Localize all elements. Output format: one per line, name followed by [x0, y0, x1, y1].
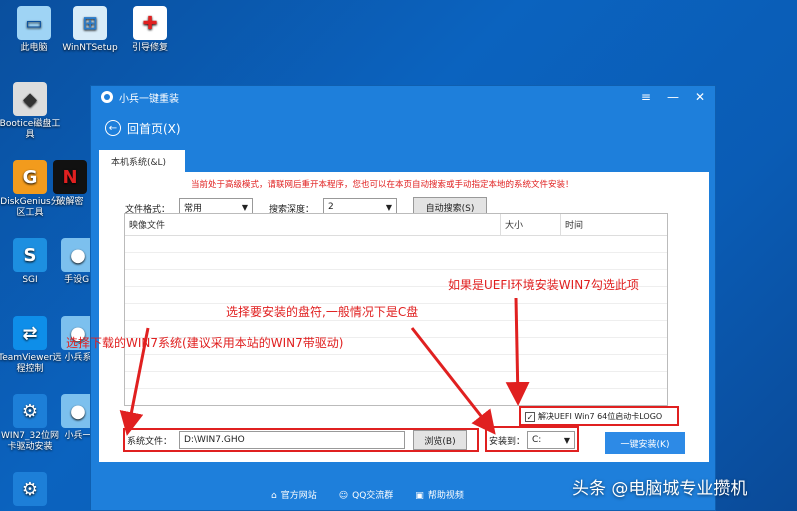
drive-annotation: 选择要安装的盘符,一般情况下是C盘	[226, 305, 419, 319]
watermark: 头条 @电脑城专业攒机	[572, 479, 748, 499]
system-annotation: 选择下载的WIN7系统(建议采用本站的WIN7带驱动)	[66, 336, 344, 350]
arrow-uefi	[505, 297, 530, 406]
arrow-drive	[410, 327, 496, 435]
annotation-arrows	[119, 297, 530, 436]
uefi-annotation: 如果是UEFI环境安装WIN7勾选此项	[448, 278, 639, 292]
